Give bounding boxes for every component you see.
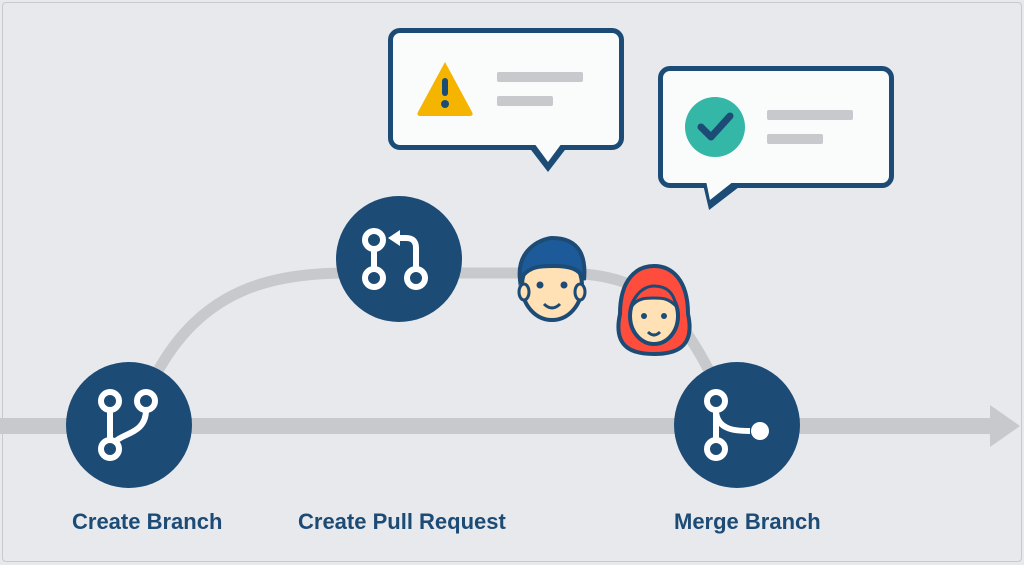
git-pull-request-icon: [358, 226, 440, 292]
git-merge-icon: [700, 387, 774, 463]
comment-text-placeholder: [497, 72, 583, 106]
main-branch-arrowhead: [990, 405, 1020, 447]
step-label-create-pull-request: Create Pull Request: [298, 509, 506, 535]
step-label-merge-branch: Merge Branch: [674, 509, 821, 535]
review-comment-warning: [388, 28, 624, 150]
node-create-branch: [66, 362, 192, 488]
git-branch-icon: [94, 387, 164, 463]
comment-text-placeholder: [767, 110, 853, 144]
reviewer-avatar-male: [512, 230, 592, 330]
node-create-pull-request: [336, 196, 462, 322]
reviewer-avatar-female: [614, 262, 694, 362]
bubble-tail: [534, 143, 562, 162]
step-label-create-branch: Create Branch: [72, 509, 222, 535]
node-merge-branch: [674, 362, 800, 488]
review-comment-approved: [658, 66, 894, 188]
check-circle-icon: [685, 97, 745, 157]
warning-triangle-icon: [415, 59, 475, 119]
